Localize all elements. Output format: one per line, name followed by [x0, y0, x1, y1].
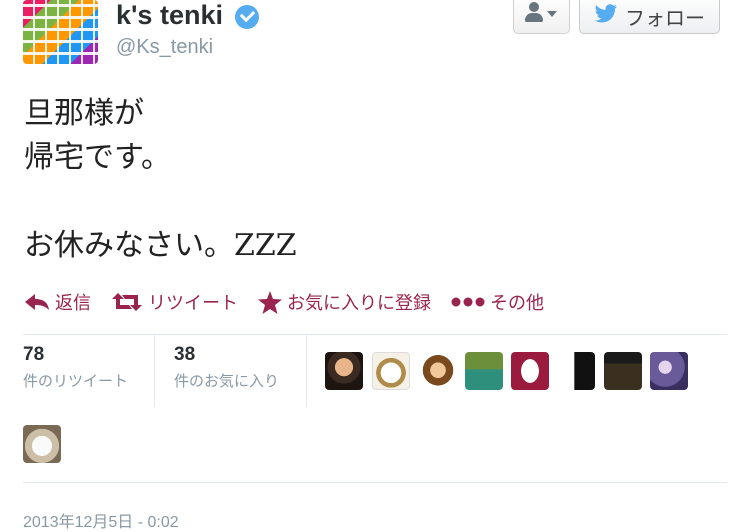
- user-icon: [529, 2, 539, 12]
- divider: [23, 334, 727, 335]
- favoriter-avatar[interactable]: [604, 352, 642, 390]
- retweet-count: 78: [23, 344, 45, 365]
- favorite-count-label: 件のお気に入り: [174, 372, 280, 390]
- retweet-button[interactable]: リツイート: [111, 289, 238, 315]
- tweet-actions: 返信 リツイート お気に入りに登録 その他: [24, 287, 564, 317]
- retweet-stat[interactable]: 78 件のリツイート: [23, 344, 128, 391]
- star-icon: [258, 290, 282, 314]
- follow-button[interactable]: フォロー: [579, 0, 720, 34]
- user-actions-button[interactable]: [513, 0, 570, 34]
- stat-divider: [306, 335, 307, 407]
- retweet-label: リツイート: [148, 293, 238, 314]
- favoriter-avatar[interactable]: [650, 352, 688, 390]
- favoriter-avatar[interactable]: [465, 352, 503, 390]
- favorite-button[interactable]: お気に入りに登録: [258, 289, 431, 315]
- favorite-label: お気に入りに登録: [287, 293, 431, 314]
- favoriter-avatar[interactable]: [325, 352, 363, 390]
- stat-divider: [154, 335, 155, 407]
- favorite-stat[interactable]: 38 件のお気に入り: [174, 344, 279, 391]
- more-label: その他: [490, 293, 544, 314]
- favoriter-avatar[interactable]: [372, 352, 410, 390]
- caret-down-icon: [547, 11, 557, 17]
- favorite-count: 38: [174, 344, 196, 365]
- more-dots-icon: [451, 297, 485, 307]
- reply-label: 返信: [55, 293, 91, 314]
- verified-badge-icon: [235, 5, 259, 29]
- divider: [23, 482, 727, 483]
- favoriter-avatar[interactable]: [23, 425, 61, 463]
- follow-label: フォロー: [625, 6, 705, 30]
- profile-avatar[interactable]: [23, 0, 98, 64]
- reply-button[interactable]: 返信: [24, 289, 91, 315]
- user-handle[interactable]: @Ks_tenki: [116, 36, 213, 59]
- user-display-name[interactable]: k's tenki: [116, 0, 223, 31]
- reply-icon: [25, 294, 49, 310]
- favoriter-avatar[interactable]: [557, 352, 595, 390]
- favoriter-avatar[interactable]: [419, 352, 457, 390]
- retweet-count-label: 件のリツイート: [23, 372, 129, 390]
- retweet-icon: [112, 293, 142, 311]
- tweet-timestamp[interactable]: 2013年12月5日 - 0:02: [23, 508, 179, 532]
- twitter-bird-icon: [594, 4, 618, 23]
- tweet-text: 旦那様が 帰宅です。 お休みなさい。ZZZ: [24, 96, 297, 263]
- more-button[interactable]: その他: [451, 289, 544, 315]
- favoriter-avatar[interactable]: [511, 352, 549, 390]
